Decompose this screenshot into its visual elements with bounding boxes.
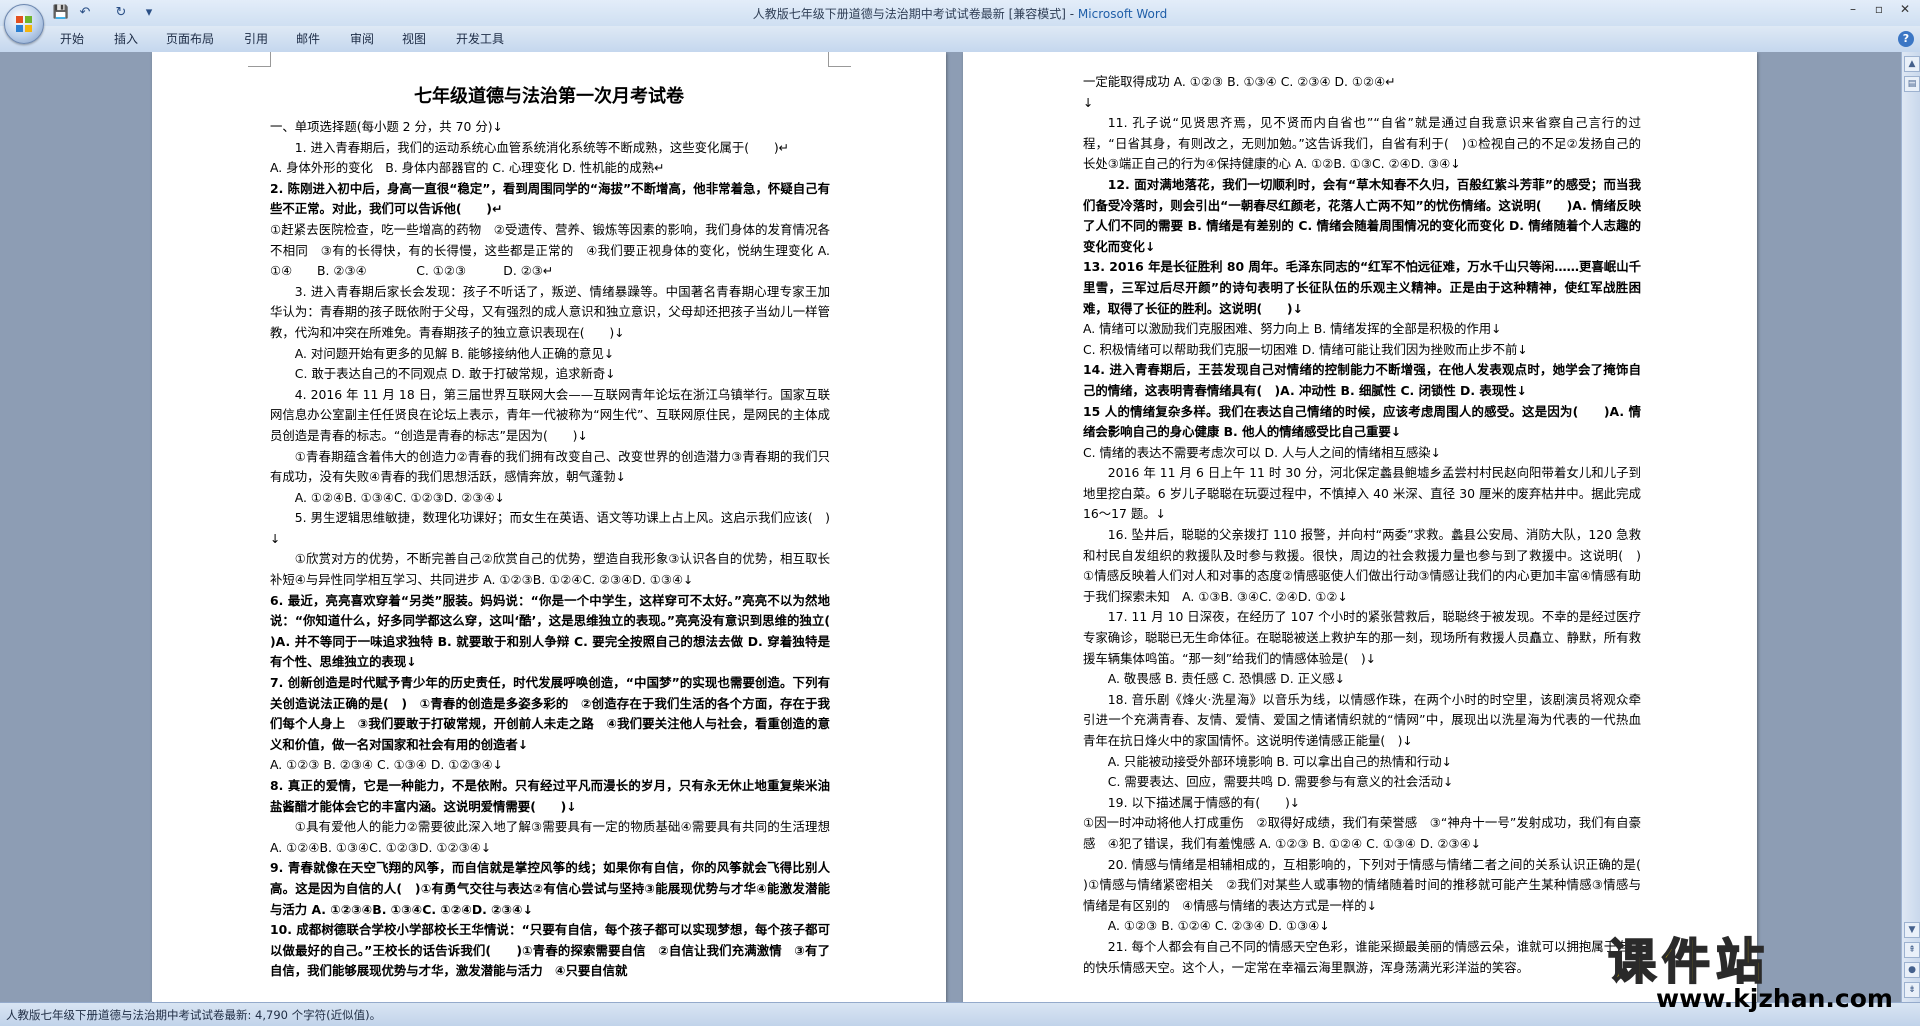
paragraph: 2016 年 11 月 6 日上午 11 时 30 分，河北保定蠡县鲍墟乡孟尝村…: [1083, 465, 1641, 522]
title-bar: 💾 ↶ ↻ ▾ 人教版七年级下册道德与法治期中考试试卷最新 [兼容模式] - M…: [0, 0, 1920, 26]
paragraph: 11. 孔子说“见贤思齐焉，见不贤而内自省也”“自省”就是通过自我意识来省察自己…: [1083, 115, 1641, 172]
tab-view[interactable]: 视图: [402, 30, 426, 47]
paragraph: 21. 每个人都会有自己不同的情感天空色彩，谁能采撷最美丽的情感云朵，谁就可以拥…: [1083, 938, 1641, 975]
paragraph: 16. 坠井后，聪聪的父亲拨打 110 报警，并向村“两委”求救。蠡县公安局、消…: [1083, 527, 1654, 604]
paragraph: 8. 真正的爱情，它是一种能力，不是依附。只有经过平凡而漫长的岁月，只有永无休止…: [270, 778, 830, 814]
paragraph: A. 敬畏感 B. 责任感 C. 恐惧感 D. 正义感↓: [1107, 671, 1346, 687]
paragraph: ↓: [1083, 94, 1094, 110]
ruler-toggle-icon[interactable]: ▤: [1904, 76, 1920, 92]
paragraph: C. 敢于表达自己的不同观点 D. 敢于打破常规，追求新奇↓: [294, 366, 616, 382]
paragraph: 2. 陈刚进入初中后，身高一直很“稳定”，看到周围同学的“海拔”不断增高，他非常…: [270, 180, 830, 217]
ribbon-tabs: 开始 插入 页面布局 引用 邮件 审阅 视图 开发工具 ?: [0, 26, 1920, 53]
paragraph: A. ①②③ B. ②③④ C. ①③④ D. ①②③④↓: [270, 757, 504, 773]
paragraph: C. 需要表达、回应，需要共鸣 D. 需要参与有意义的社会活动↓: [1107, 774, 1454, 790]
tab-insert[interactable]: 插入: [114, 30, 138, 47]
paragraph: 18. 音乐剧《烽火·洗星海》以音乐为线，以情感作珠，在两个小时的时空里，该剧演…: [1083, 691, 1641, 748]
scroll-up-icon[interactable]: ▲: [1904, 56, 1920, 72]
paragraph: 一、单项选择题(每小题 2 分，共 70 分)↓: [270, 119, 503, 134]
paragraph: 4. 2016 年 11 月 18 日，第三届世界互联网大会——互联网青年论坛在…: [270, 386, 830, 443]
tab-home[interactable]: 开始: [60, 30, 84, 47]
left-page-text: 一、单项选择题(每小题 2 分，共 70 分)↓ 1. 进入青春期后，我们的运动系…: [270, 117, 855, 982]
help-icon[interactable]: ?: [1898, 31, 1914, 47]
document-page-left[interactable]: 七年级道德与法治第一次月考试卷 一、单项选择题(每小题 2 分，共 70 分)↓…: [152, 52, 946, 1002]
maximize-icon[interactable]: ▫: [1866, 0, 1892, 18]
paragraph: A. 只能被动接受外部环境影响 B. 可以拿出自己的热情和行动↓: [1107, 753, 1453, 769]
paragraph: ①欣赏对方的优势，不断完善自己②欣赏自己的优势，塑造自我形象③认识各自的优势，相…: [270, 551, 830, 588]
paragraph: 12. 面对满地落花，我们一切顺利时，会有“草木知春不久归，百般红紫斗芳菲”的感…: [1083, 176, 1641, 254]
window-title: 人教版七年级下册道德与法治期中考试试卷最新 [兼容模式] - Microsoft…: [0, 5, 1920, 22]
window-title-app: Microsoft Word: [1077, 7, 1168, 21]
tab-developer[interactable]: 开发工具: [456, 30, 504, 47]
crop-mark: [248, 52, 271, 67]
paragraph: ①青春期蕴含着伟大的创造力②青春的我们拥有改变自己、改变世界的创造潜力③青春期的…: [270, 448, 830, 485]
minimize-icon[interactable]: –: [1840, 0, 1866, 18]
paragraph: 10. 成都树德联合学校小学部校长王华情说：“只要有自信，每个孩子都可以实现梦想…: [270, 922, 830, 979]
tab-mailings[interactable]: 邮件: [296, 30, 320, 47]
paragraph: A. 情绪可以激励我们克服困难、努力向上 B. 情绪发挥的全部是积极的作用↓: [1083, 321, 1502, 337]
paragraph: 19. 以下描述属于情感的有( )↓: [1107, 794, 1301, 810]
paragraph: 9. 青春就像在天空飞翔的风筝，而自信就是掌控风筝的线；如果你有自信，你的风筝就…: [270, 860, 830, 917]
paragraph: 5. 男生逻辑思维敏捷，数理化功课好；而女生在英语、语文等功课上占上风。这启示我…: [270, 510, 830, 546]
paragraph: 17. 11 月 10 日深夜，在经历了 107 个小时的紧张营救后，聪聪终于被…: [1083, 609, 1641, 666]
window-title-document: 人教版七年级下册道德与法治期中考试试卷最新 [兼容模式] -: [752, 7, 1078, 21]
paragraph: 7. 创新创造是时代赋予青少年的历史责任，时代发展呼唤创造，“中国梦”的实现也需…: [270, 675, 830, 752]
close-icon[interactable]: ✕: [1892, 0, 1918, 18]
paragraph: ①具有爱他人的能力②需要彼此深入地了解③需要具有一定的物质基础④需要具有共同的生…: [270, 819, 830, 855]
paragraph: 14. 进入青春期后，王芸发现自己对情绪的控制能力不断增强，在他人发表观点时，她…: [1083, 362, 1641, 398]
tab-references[interactable]: 引用: [244, 30, 268, 47]
paragraph: A. 身体外形的变化 B. 身体内部器官的 C. 心理变化 D. 性机能的成熟↵: [270, 160, 665, 176]
paragraph: A. ①②③ B. ①②④ C. ②③④ D. ①③④↓: [1107, 918, 1330, 934]
paragraph: 20. 情感与情绪是相辅相成的，互相影响的，下列对于情感与情绪二者之间的关系认识…: [1083, 856, 1666, 913]
paragraph: 15 人的情绪复杂多样。我们在表达自己情绪的时候，应该考虑周围人的感受。这是因为…: [1083, 403, 1641, 440]
tab-review[interactable]: 审阅: [350, 30, 374, 47]
paragraph: C. 积极情绪可以帮助我们克服一切困难 D. 情绪可能让我们因为挫败而止步不前↓: [1083, 341, 1528, 357]
document-page-right[interactable]: 一定能取得成功 A. ①②③ B. ①③④ C. ②③④ D. ①②④↵ ↓ 11.…: [963, 52, 1757, 1002]
paragraph: 3. 进入青春期后家长会发现：孩子不听话了，叛逆、情绪暴躁等。中国著名青春期心理…: [270, 283, 830, 340]
office-logo-icon: [16, 16, 32, 32]
paragraph: 一定能取得成功 A. ①②③ B. ①③④ C. ②③④ D. ①②④↵: [1083, 74, 1396, 89]
site-watermark: 课件站 www.kjzhan.com: [1600, 922, 1910, 1022]
paragraph: C. 情绪的表达不需要考虑次可以 D. 人与人之间的情绪相互感染↓: [1083, 444, 1442, 460]
document-workspace[interactable]: 七年级道德与法治第一次月考试卷 一、单项选择题(每小题 2 分，共 70 分)↓…: [0, 52, 1920, 1002]
paragraph: ①因一时冲动将他人打成重伤 ②取得好成绩，我们有荣誉感 ③“神舟十一号”发射成功…: [1083, 815, 1641, 851]
paragraph: 13. 2016 年是长征胜利 80 周年。毛泽东同志的“红军不怕远征难，万水千…: [1083, 259, 1641, 316]
right-page-text: 一定能取得成功 A. ①②③ B. ①③④ C. ②③④ D. ①②④↵ ↓ 11.…: [1083, 72, 1666, 978]
office-button[interactable]: [4, 4, 44, 44]
tab-page-layout[interactable]: 页面布局: [166, 30, 214, 47]
watermark-title: 课件站: [1607, 933, 1771, 991]
paragraph: 1. 进入青春期后，我们的运动系统心血管系统消化系统等不断成熟，这些变化属于( …: [294, 139, 790, 155]
document-title: 七年级道德与法治第一次月考试卷: [414, 86, 684, 107]
paragraph: ①赶紧去医院检查，吃一些增高的药物 ②受遗传、营养、锻炼等因素的影响，我们身体的…: [270, 221, 830, 279]
paragraph: A. ①②④B. ①③④C. ①②③D. ②③④↓: [294, 489, 505, 505]
paragraph: 6. 最近，亮亮喜欢穿着“另类”服装。妈妈说：“你是一个中学生，这样穿可不太好。…: [270, 592, 855, 670]
vertical-scrollbar[interactable]: ▲ ▤ ▼ ⇞ ● ⇟: [1901, 52, 1920, 1002]
crop-mark: [828, 52, 851, 67]
paragraph: A. 对问题开始有更多的见解 B. 能够接纳他人正确的意见↓: [294, 345, 615, 361]
status-character-count[interactable]: 人教版七年级下册道德与法治期中考试试卷最新: 4,790 个字符(近似值)。: [6, 1007, 381, 1023]
watermark-url: www.kjzhan.com: [1656, 984, 1893, 1013]
